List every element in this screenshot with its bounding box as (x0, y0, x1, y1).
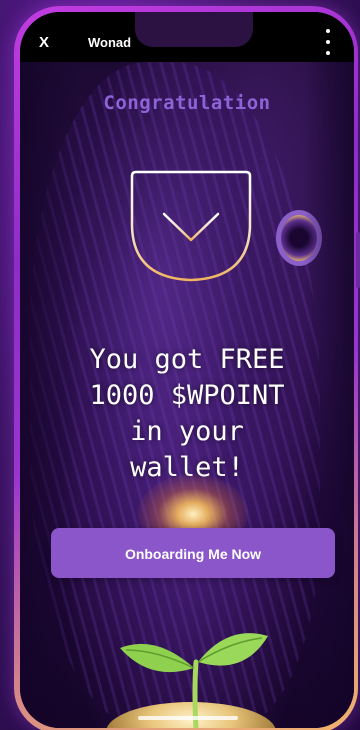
congratulation-title: Congratulation (103, 92, 271, 114)
message-line: 1000 $WPOINT (89, 380, 285, 411)
sprout-icon (120, 633, 268, 728)
kebab-dot (326, 40, 330, 44)
phone-screen: X Wonad Congratulation You got FREE 1000… (20, 12, 354, 728)
side-button (356, 232, 360, 288)
close-button[interactable]: X (30, 32, 58, 54)
message-line: You got FREE (89, 344, 285, 375)
camera-notch (135, 12, 253, 47)
content-area: Congratulation You got FREE 1000 $WPOINT… (20, 62, 354, 728)
home-indicator (138, 716, 238, 720)
shield-check-icon (130, 170, 252, 282)
app-title: Wonad (88, 35, 132, 50)
onboarding-button[interactable]: Onboarding Me Now (51, 528, 335, 578)
kebab-dot (326, 51, 330, 55)
message-line: in your (130, 416, 244, 447)
reward-message: You got FREE 1000 $WPOINT in your wallet… (20, 342, 354, 486)
app-header: X Wonad (20, 12, 354, 62)
kebab-menu-icon[interactable] (320, 29, 336, 55)
kebab-dot (326, 29, 330, 33)
